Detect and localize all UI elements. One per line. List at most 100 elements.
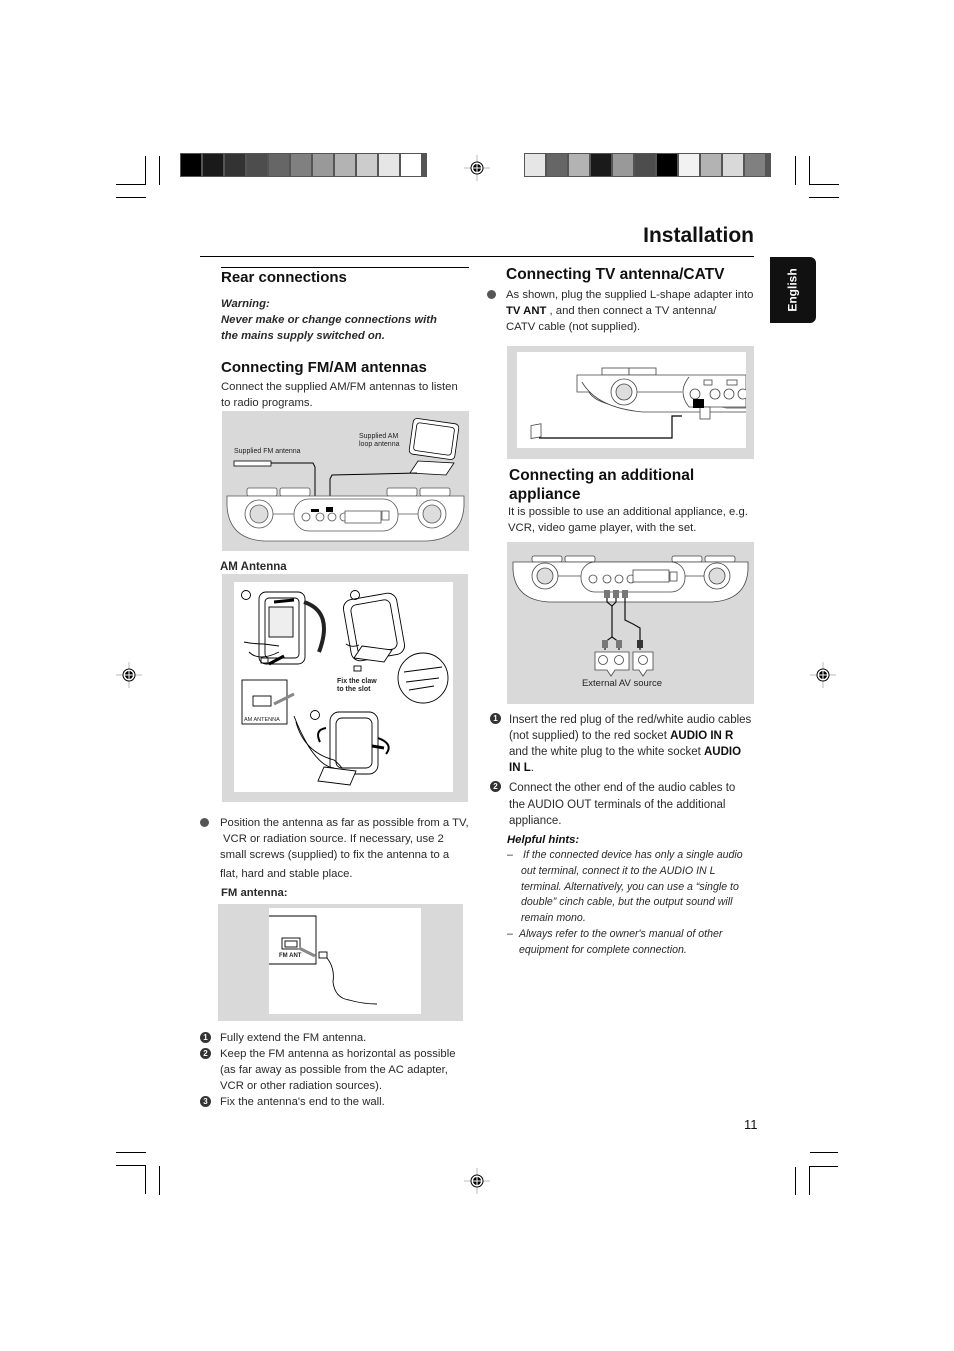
text-line: TV ANT , and then connect a TV antenna/ xyxy=(506,303,758,319)
fig-caption-external-av: External AV source xyxy=(581,678,663,689)
text-fragment: (not supplied) to the red socket xyxy=(509,730,671,742)
heading-connecting-fm-am: Connecting FM/AM antennas xyxy=(221,359,427,376)
fig-label-am-antenna: loop antenna xyxy=(359,441,400,448)
crop-mark xyxy=(159,1166,160,1195)
text-line: Always refer to the owner's manual of ot… xyxy=(519,927,723,940)
crop-mark xyxy=(116,1152,146,1153)
tv-ant-label: TV ANT xyxy=(506,305,547,317)
text-line: the AUDIO OUT terminals of the additiona… xyxy=(509,798,726,811)
gray-swatch xyxy=(291,154,311,176)
rear-panel-illustration xyxy=(226,418,465,542)
crop-mark xyxy=(810,1166,838,1167)
text-line: CATV cable (not supplied). xyxy=(506,321,641,333)
am-assembly-panel: Fix the claw to the slot AM ANTENNA xyxy=(234,582,453,792)
registration-mark-icon xyxy=(810,662,836,688)
gray-swatch xyxy=(203,154,223,176)
fm-step-item: 2 Keep the FM antenna as horizontal as po… xyxy=(200,1046,470,1094)
step-number-badge: 1 xyxy=(490,713,501,724)
text-line: Fully extend the FM antenna. xyxy=(220,1032,367,1044)
registration-mark-icon xyxy=(116,662,142,688)
socket-label-am: AM ANTENNA xyxy=(244,717,280,723)
helpful-hints-heading: Helpful hints: xyxy=(507,834,580,846)
text-line: It is possible to use an additional appl… xyxy=(508,506,748,518)
tv-antenna-text: As shown, plug the supplied L-shape adap… xyxy=(506,287,758,335)
text-fragment: and the white plug to the white socket xyxy=(509,746,704,758)
gray-swatch xyxy=(591,154,611,176)
text-line: (as far away as possible from the AC ada… xyxy=(220,1064,448,1076)
crop-mark xyxy=(795,156,796,185)
fm-steps-list: 1 Fully extend the FM antenna. 2 Keep the F… xyxy=(200,1030,470,1110)
warning-text: Never make or change connections with xyxy=(221,314,437,326)
page-number: 11 xyxy=(744,1117,758,1132)
figure-fm-antenna: FM ANT xyxy=(218,904,463,1021)
claw-note: Fix the claw xyxy=(337,678,377,685)
crop-mark xyxy=(809,184,839,185)
text-line: VCR, video game player, with the set. xyxy=(508,522,697,534)
gray-swatch xyxy=(401,154,421,176)
gray-swatch xyxy=(723,154,743,176)
gray-swatch xyxy=(613,154,633,176)
text-line: double” cinch cable, but the output soun… xyxy=(521,896,733,909)
crop-mark xyxy=(145,156,146,185)
fm-panel: FM ANT xyxy=(269,908,421,1014)
hint-item: – Always refer to the owner's manual of … xyxy=(507,927,757,959)
text-line: terminal. Alternatively, you can use a “… xyxy=(521,880,739,893)
crop-mark xyxy=(116,184,146,185)
text-line: appliance. xyxy=(509,815,562,827)
text-line: equipment for complete connection. xyxy=(519,943,687,956)
warning-label: Warning: xyxy=(221,298,270,310)
text-line: VCR or other radiation sources). xyxy=(220,1080,382,1092)
step-number-badge: 2 xyxy=(200,1048,211,1059)
warning-text: the mains supply switched on. xyxy=(221,330,385,342)
appliance-step-2: Connect the other end of the audio cable… xyxy=(509,780,759,830)
figure-rear-panel-antennas: Supplied FM antenna Supplied AM loop ant… xyxy=(222,411,469,551)
gray-swatch xyxy=(379,154,399,176)
tv-antenna-illustration xyxy=(530,367,746,440)
fig-label-fm-antenna: Supplied FM antenna xyxy=(234,448,301,455)
gray-swatch xyxy=(335,154,355,176)
text-line: Position the antenna as far as possible … xyxy=(220,817,469,829)
step-number-badge: 2 xyxy=(490,781,501,792)
gray-swatch xyxy=(225,154,245,176)
text-line: Insert the red plug of the red/white aud… xyxy=(509,714,752,726)
text-line: As shown, plug the supplied L-shape adap… xyxy=(506,289,754,301)
text-line: If the connected device has only a singl… xyxy=(523,849,743,861)
text-line: VCR or radiation source. If necessary, u… xyxy=(223,833,444,845)
gray-swatch xyxy=(181,154,201,176)
crop-mark xyxy=(159,156,160,185)
appliance-intro: It is possible to use an additional appl… xyxy=(508,504,758,536)
registration-mark-icon xyxy=(464,1168,490,1194)
heading-fm-antenna: FM antenna: xyxy=(221,887,288,899)
heading-line: appliance xyxy=(509,486,581,503)
text-line: small screws (supplied) to fix the anten… xyxy=(220,849,450,861)
registration-mark-icon xyxy=(464,155,490,181)
tv-panel xyxy=(517,352,746,448)
socket-label-fm: FM ANT xyxy=(279,953,302,959)
gray-swatch xyxy=(525,154,545,176)
hint-item: – If the connected device has only a sin… xyxy=(507,848,757,927)
fm-antenna-illustration xyxy=(269,915,378,1005)
audio-in-r-label: AUDIO IN R xyxy=(670,730,734,742)
hint-dash: – xyxy=(507,849,513,861)
heading-line: Connecting an additional xyxy=(509,467,695,484)
fm-step-item: 3 Fix the antenna's end to the wall. xyxy=(200,1094,470,1110)
text-line: out terminal, connect it to the AUDIO IN… xyxy=(521,864,716,877)
language-tab: English xyxy=(770,257,816,323)
text-line: Keep the FM antenna as horizontal as pos… xyxy=(220,1048,456,1060)
figure-am-antenna-assembly: Fix the claw to the slot AM ANTENNA xyxy=(222,574,468,802)
fmam-intro: to radio programs. xyxy=(221,397,313,409)
heading-rear-connections: Rear connections xyxy=(221,269,347,286)
crop-mark xyxy=(116,1165,146,1166)
text-line: remain mono. xyxy=(521,912,586,925)
helpful-hints-list: – If the connected device has only a sin… xyxy=(507,848,757,959)
figure-tv-antenna xyxy=(507,346,754,459)
heading-connecting-tv-antenna: Connecting TV antenna/CATV xyxy=(506,266,725,283)
gray-swatch xyxy=(657,154,677,176)
gray-swatch xyxy=(247,154,267,176)
text-fragment: . xyxy=(530,762,534,774)
claw-note: to the slot xyxy=(337,686,371,693)
heading-am-antenna: AM Antenna xyxy=(220,561,287,573)
gray-calibration-bar-right xyxy=(524,153,771,177)
audio-in-l-label: AUDIO xyxy=(703,746,742,758)
bullet-icon xyxy=(487,290,496,299)
